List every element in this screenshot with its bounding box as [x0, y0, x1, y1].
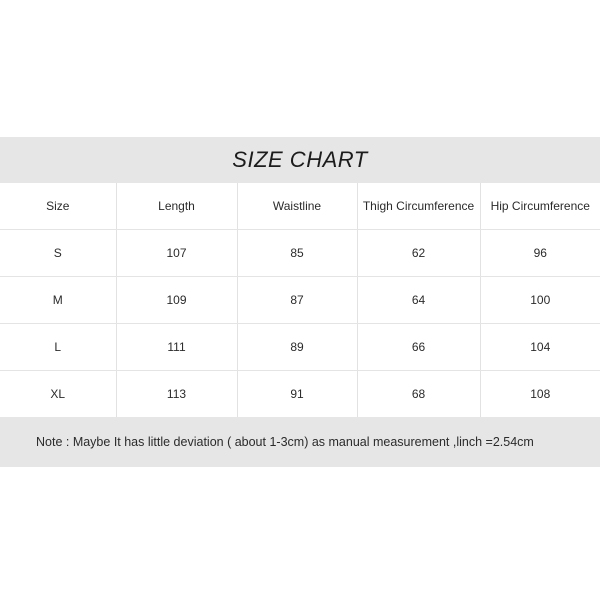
cell-thigh: 62	[357, 229, 481, 277]
cell-hip: 96	[480, 229, 600, 277]
table-row: L 111 89 66 104	[0, 323, 600, 371]
cell-thigh: 68	[357, 370, 481, 417]
cell-length: 107	[116, 229, 238, 277]
cell-thigh: 66	[357, 323, 481, 371]
table-header-row: Size Length Waistline Thigh Circumferenc…	[0, 183, 600, 230]
column-header-size: Size	[0, 183, 117, 230]
column-header-waistline: Waistline	[237, 183, 358, 230]
table-row: S 107 85 62 96	[0, 229, 600, 277]
cell-waistline: 85	[237, 229, 358, 277]
cell-hip: 104	[480, 323, 600, 371]
cell-length: 113	[116, 370, 238, 417]
table-row: XL 113 91 68 108	[0, 370, 600, 417]
size-chart-table: Size Length Waistline Thigh Circumferenc…	[0, 183, 600, 417]
cell-waistline: 91	[237, 370, 358, 417]
size-chart: SIZE CHART Size Length Waistline Thigh C…	[0, 137, 600, 467]
cell-thigh: 64	[357, 276, 481, 324]
cell-waistline: 89	[237, 323, 358, 371]
column-header-thigh-circumference: Thigh Circumference	[357, 183, 481, 230]
column-header-hip-circumference: Hip Circumference	[480, 183, 600, 230]
column-header-length: Length	[116, 183, 238, 230]
cell-size: M	[0, 276, 117, 324]
cell-size: S	[0, 229, 117, 277]
cell-size: XL	[0, 370, 117, 417]
cell-length: 109	[116, 276, 238, 324]
cell-size: L	[0, 323, 117, 371]
size-chart-title-band: SIZE CHART	[0, 137, 600, 183]
cell-length: 111	[116, 323, 238, 371]
size-chart-note-band: Note : Maybe It has little deviation ( a…	[0, 417, 600, 467]
cell-hip: 100	[480, 276, 600, 324]
measurement-note: Note : Maybe It has little deviation ( a…	[36, 434, 534, 449]
cell-hip: 108	[530, 387, 551, 401]
table-row: M 109 87 64 100	[0, 276, 600, 324]
page-title: SIZE CHART	[232, 147, 368, 172]
cell-waistline: 87	[237, 276, 358, 324]
